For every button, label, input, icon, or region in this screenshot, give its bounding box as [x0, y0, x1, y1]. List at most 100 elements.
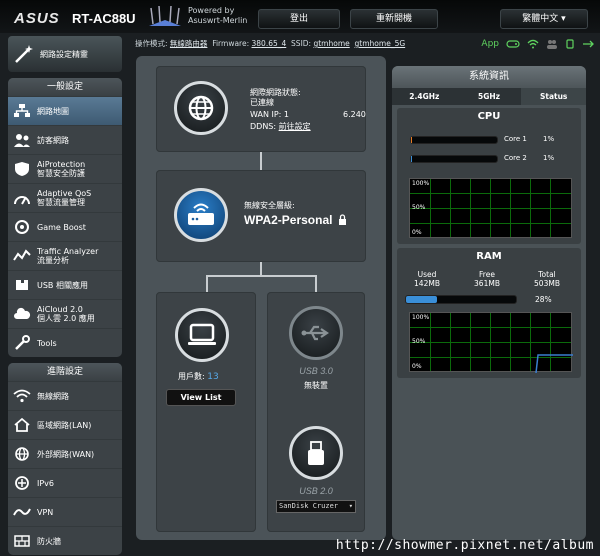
system-info-panel: 系統資訊 2.4GHz 5GHz Status CPU Core 1 1% Co…	[392, 66, 586, 540]
dm-icon[interactable]	[565, 39, 575, 49]
ram-title: RAM	[476, 251, 502, 262]
status-icons: App	[481, 38, 594, 50]
internet-status-value: 已連線	[250, 98, 274, 107]
advanced-section: 進階設定 無線網路區域網路(LAN) 外部網路(WAN) IPv6 VPN 防火牆	[8, 363, 122, 555]
quick-setup-button[interactable]: 網路設定精靈	[8, 36, 122, 72]
clients-box[interactable]: 用戶數: 13 View List	[156, 292, 256, 532]
sidebar: 網路設定精靈 一般設定 網路地圖訪客網路 AiProtection 智慧安全防護 Ad…	[8, 36, 122, 555]
sidebar-item-ipv6[interactable]: IPv6	[8, 468, 122, 497]
ssid-24-link[interactable]: gtmhome	[313, 39, 349, 48]
tab-5ghz[interactable]: 5GHz	[457, 88, 522, 105]
tab-24ghz[interactable]: 2.4GHz	[392, 88, 457, 105]
advanced-section-title: 進階設定	[8, 363, 122, 381]
chevron-down-icon: ▾	[348, 502, 353, 510]
sidebar-item-label: Adaptive QoS 智慧流量管理	[37, 189, 92, 207]
cpu-panel: CPU Core 1 1% Core 2 1% 100% 50% 0%	[397, 108, 581, 244]
sidebar-item-tools[interactable]: Tools	[8, 328, 122, 357]
operation-mode-link[interactable]: 無線路由器	[170, 39, 208, 48]
language-select[interactable]: 繁體中文 ▾	[500, 9, 588, 29]
ddns-link[interactable]: 前往設定	[279, 122, 311, 131]
cpu-title: CPU	[477, 111, 501, 122]
core1-label: Core 1	[504, 135, 527, 143]
sidebar-item-label: VPN	[37, 507, 54, 517]
router-logo-icon	[149, 5, 181, 26]
ram-usage-line	[535, 354, 573, 373]
usb20-icon[interactable]	[289, 426, 343, 480]
internet-status-box[interactable]: 網際網路狀態: 已連線 WAN IP: 1 6.240 DDNS: 前往設定	[156, 66, 366, 152]
tools-icon	[12, 334, 32, 352]
users-icon[interactable]	[546, 39, 558, 49]
wifi-status-icon[interactable]	[527, 39, 539, 49]
sidebar-item-aicloud[interactable]: AiCloud 2.0 個人雲 2.0 應用	[8, 299, 122, 328]
sidebar-item-aiprotection[interactable]: AiProtection 智慧安全防護	[8, 154, 122, 183]
magic-wand-icon	[15, 45, 33, 63]
sidebar-item-label: USB 相關應用	[37, 280, 88, 290]
sidebar-item-label: 訪客網路	[37, 135, 69, 145]
sidebar-item-adaptive-qos[interactable]: Adaptive QoS 智慧流量管理	[8, 183, 122, 212]
wan-ip-value: 6.240	[342, 110, 366, 119]
game-controller-icon[interactable]	[506, 39, 520, 49]
tab-status[interactable]: Status	[521, 88, 586, 105]
core2-label: Core 2	[504, 154, 527, 162]
sidebar-item-usb-apps[interactable]: USB 相關應用	[8, 270, 122, 299]
system-info-title: 系統資訊	[392, 66, 586, 88]
app-link[interactable]: App	[481, 38, 499, 50]
sidebar-item-network-map[interactable]: 網路地圖	[8, 96, 122, 125]
ram-free-value: 361MB	[474, 279, 500, 288]
powered-by: Powered by Asuswrt-Merlin	[188, 6, 248, 25]
ram-used-label: Used	[417, 270, 437, 279]
globe-icon[interactable]	[174, 81, 228, 135]
sidebar-item-guest-network[interactable]: 訪客網路	[8, 125, 122, 154]
top-bar: ASUS RT-AC88U Powered by Asuswrt-Merlin …	[0, 0, 600, 33]
ram-graph: 100% 50% 0%	[409, 312, 573, 373]
asus-logo[interactable]: ASUS	[14, 10, 60, 27]
firmware-link[interactable]: 380.65_4	[252, 39, 287, 48]
cloud-icon	[12, 305, 32, 323]
router-icon[interactable]	[174, 188, 228, 242]
connector-line	[260, 262, 262, 276]
traffic-analyzer-icon	[12, 247, 32, 265]
sidebar-item-label: Traffic Analyzer 流量分析	[37, 247, 99, 265]
vpn-icon	[12, 503, 32, 521]
sidebar-item-traffic-analyzer[interactable]: Traffic Analyzer 流量分析	[8, 241, 122, 270]
usb-status-icon[interactable]	[582, 39, 594, 49]
game-boost-icon	[12, 218, 32, 236]
router-status-box[interactable]: 無線安全層級: WPA2-Personal	[156, 170, 366, 262]
connector-line	[315, 275, 317, 292]
reboot-button[interactable]: 重新開機	[350, 9, 438, 29]
sidebar-item-label: 防火牆	[37, 536, 61, 546]
usb-device-select[interactable]: SanDisk Cruzer ▾	[276, 500, 356, 513]
general-section: 一般設定 網路地圖訪客網路 AiProtection 智慧安全防護 Adaptive …	[8, 78, 122, 357]
firewall-icon	[12, 532, 32, 550]
ram-total-value: 503MB	[534, 279, 560, 288]
connector-line	[206, 275, 208, 292]
ram-panel: RAM Used 142MB Free 361MB Total 503MB 28…	[397, 248, 581, 378]
view-list-button[interactable]: View List	[166, 389, 236, 406]
sidebar-item-label: 網路地圖	[37, 106, 69, 116]
system-tabs: 2.4GHz 5GHz Status	[392, 88, 586, 105]
sidebar-item-label: 無線網路	[37, 391, 69, 401]
sidebar-item-wireless[interactable]: 無線網路	[8, 381, 122, 410]
connector-line	[260, 152, 262, 170]
sidebar-item-lan[interactable]: 區域網路(LAN)	[8, 410, 122, 439]
sidebar-item-wan[interactable]: 外部網路(WAN)	[8, 439, 122, 468]
sidebar-item-label: Game Boost	[37, 222, 86, 232]
usb-apps-icon	[12, 276, 32, 294]
ram-free-label: Free	[479, 270, 495, 279]
usb30-icon[interactable]	[289, 306, 343, 360]
ram-used-value: 142MB	[414, 279, 440, 288]
sidebar-item-vpn[interactable]: VPN	[8, 497, 122, 526]
status-bar: 操作模式: 無線路由器 Firmware: 380.65_4 SSID: gtm…	[135, 36, 600, 52]
core2-value: 1%	[543, 154, 555, 162]
security-value: WPA2-Personal	[244, 213, 333, 227]
sidebar-item-game-boost[interactable]: Game Boost	[8, 212, 122, 241]
ssid-5g-link[interactable]: gtmhome_5G	[355, 39, 406, 48]
watermark: http://showmer.pixnet.net/album	[335, 538, 594, 553]
sidebar-item-label: AiProtection 智慧安全防護	[37, 160, 86, 178]
wifi-icon	[12, 387, 32, 405]
sidebar-item-firewall[interactable]: 防火牆	[8, 526, 122, 555]
monitor-icon[interactable]	[175, 308, 229, 362]
clients-count: 13	[207, 372, 219, 382]
general-section-title: 一般設定	[8, 78, 122, 96]
logout-button[interactable]: 登出	[258, 9, 340, 29]
